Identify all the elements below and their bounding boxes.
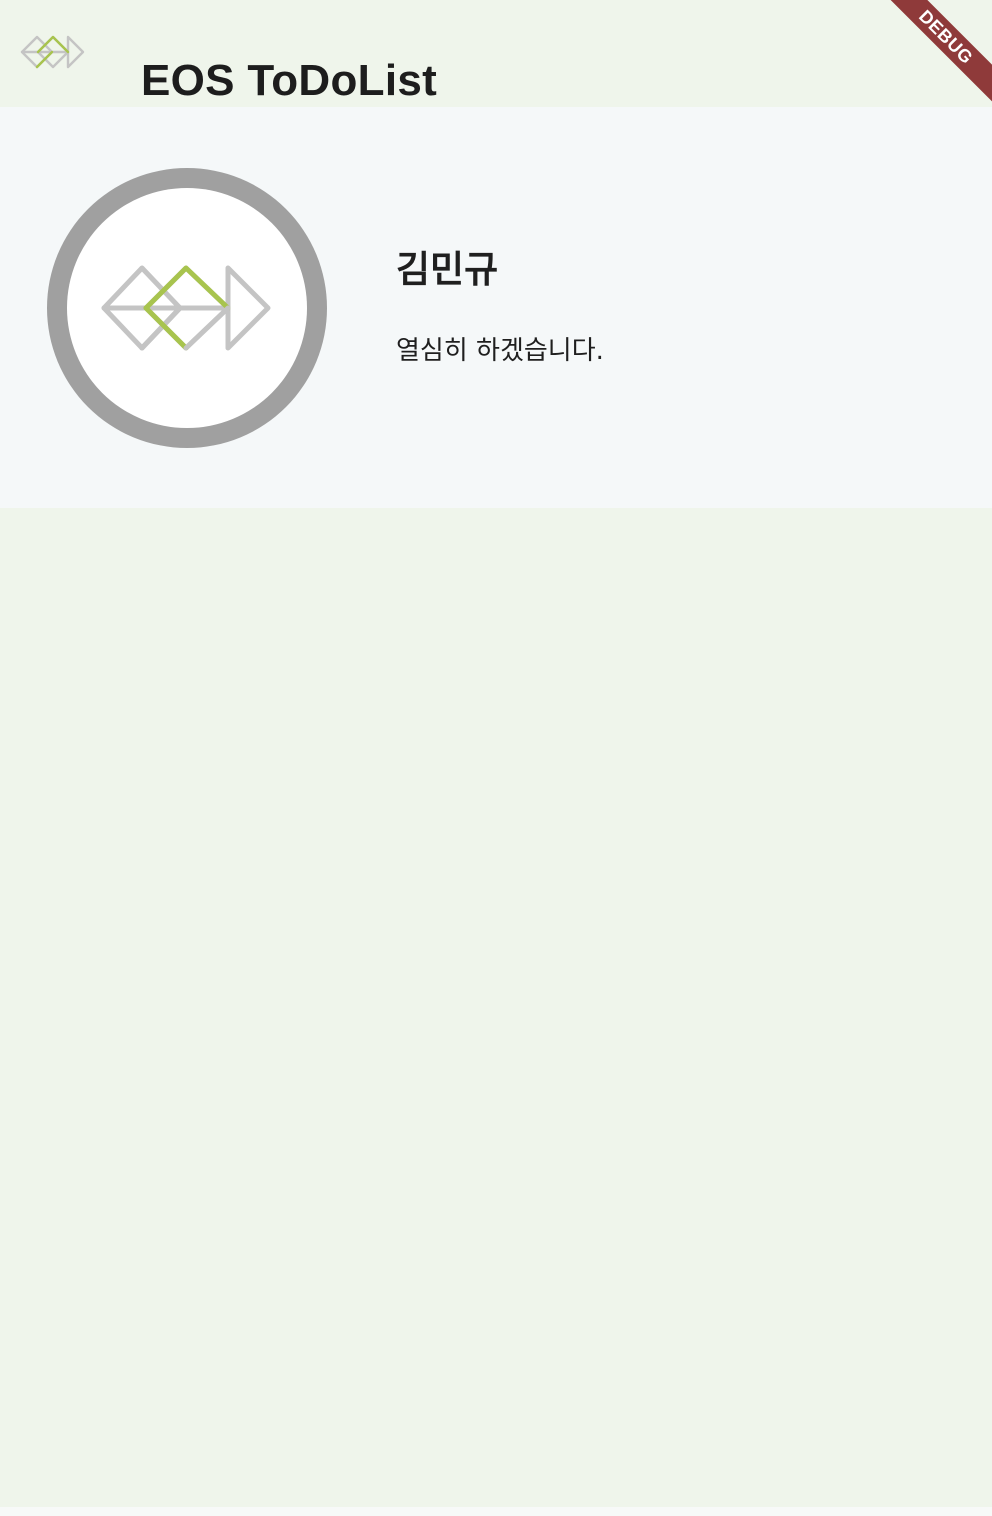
profile-motto: 열심히 하겠습니다.	[396, 336, 604, 366]
eos-logo-icon	[18, 32, 88, 72]
profile-card: 김민규 열심히 하겠습니다.	[0, 107, 992, 508]
bottom-edge	[0, 1507, 992, 1516]
debug-label: DEBUG	[880, 0, 992, 103]
avatar[interactable]	[47, 168, 327, 448]
eos-logo-icon	[100, 258, 274, 358]
debug-banner: DEBUG	[872, 0, 992, 120]
profile-name: 김민규	[396, 248, 499, 291]
app-title: EOS ToDoList	[141, 56, 438, 106]
app-bar: EOS ToDoList	[0, 0, 992, 107]
avatar-inner	[67, 188, 307, 428]
